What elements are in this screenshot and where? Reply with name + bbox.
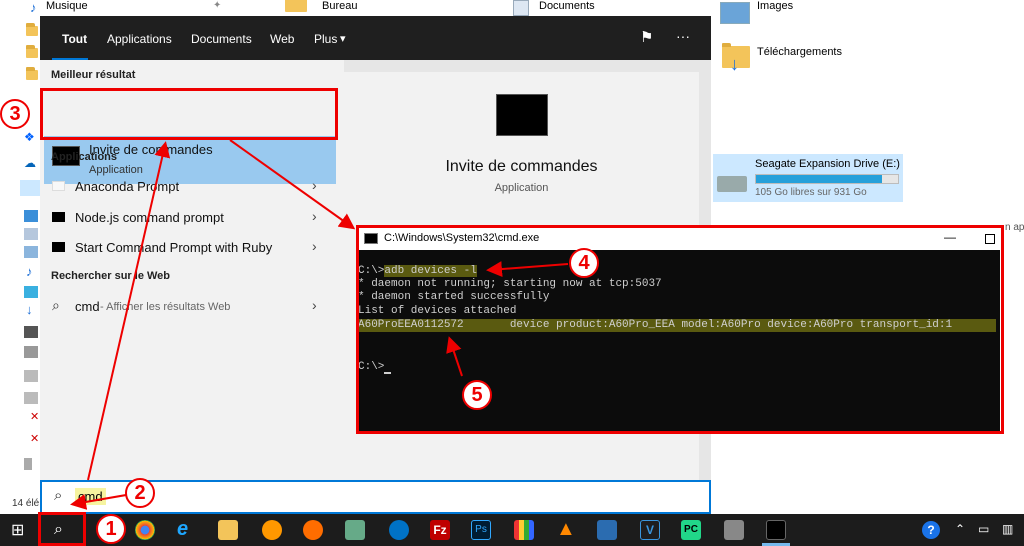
arrow-search-to-result <box>87 141 171 481</box>
arrow-result-to-cmd <box>229 139 356 230</box>
step-badge-3: 3 <box>0 99 30 129</box>
arrow-to-command <box>486 261 569 278</box>
step-badge-2: 2 <box>125 478 155 508</box>
annotation-arrows <box>70 139 569 510</box>
arrow-to-device-line <box>446 336 463 377</box>
arrow-to-search-input <box>70 493 133 510</box>
step-badge-4: 4 <box>569 248 599 278</box>
step-badge-5: 5 <box>462 380 492 410</box>
step-badge-1: 1 <box>96 514 126 544</box>
